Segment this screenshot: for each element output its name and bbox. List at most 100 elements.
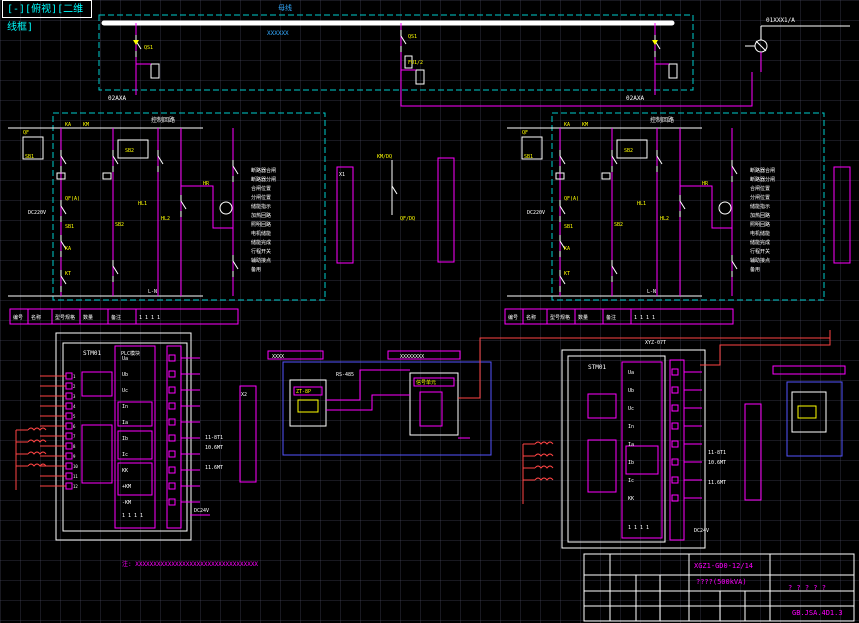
module-right-label: Ib <box>122 436 128 442</box>
top-busbar-section: 母线 XXXXXX QS1 02AXA QS1 FU1/2 02AXA 01XX… <box>98 3 850 107</box>
panel-desc: 加热回路 <box>251 212 271 219</box>
panel-desc: 照明回路 <box>251 221 271 228</box>
module-pin: 4 <box>73 404 76 409</box>
panel-tag: QF(A) <box>65 196 80 202</box>
drawing-number: GB.JSA.4D1.3 <box>792 609 843 617</box>
svg-text:X2: X2 <box>241 392 247 398</box>
panel-tag: QF <box>522 130 528 136</box>
right-control-panel: 控制回路 DC220V L-N QF KA KM SB1 SB2 QF(A) SB1 SB2 KA KT… <box>507 112 825 301</box>
bus-left-label: 02AXA <box>108 95 126 102</box>
module-right-label: Uc <box>122 388 128 394</box>
bus-right-label: 02AXA <box>626 95 644 102</box>
panel-desc: 辅助接点 <box>750 257 770 264</box>
panel-desc: 断路器分闸 <box>251 176 276 183</box>
panel-desc: 合闸位置 <box>750 185 770 192</box>
title-block: XGZ1-GD0-12/14 ????(500kVA) ? ? ? ? ? GB… <box>583 553 855 622</box>
legend-cell: 数量 <box>83 314 93 321</box>
module-pin: 6 <box>73 424 76 429</box>
right-module-footer: 1 1 1 1 <box>628 525 649 531</box>
title-desc: ????(500kVA) <box>696 578 747 586</box>
panel-desc: 断路器合闸 <box>251 167 276 174</box>
cad-drawing-canvas[interactable]: [-][俯视][二维线框] 母线 XXXXXX QS1 02AXA QS1 FU… <box>0 0 859 623</box>
legend-cell: 型号规格 <box>550 314 570 321</box>
legend-cell: 数量 <box>578 314 588 321</box>
panel-tag: KA <box>65 122 71 128</box>
module-pin: 2 <box>73 384 76 389</box>
panel-tag: HR <box>702 181 709 187</box>
panel-header: 控制回路 <box>650 116 674 124</box>
panel-tag: QF <box>23 130 29 136</box>
panel-tag: KA <box>65 246 71 252</box>
module-pin: 7 <box>73 434 76 439</box>
module-right-label: Ub <box>628 388 634 394</box>
left-io-note-3: 11.6MT <box>205 465 223 471</box>
legend-cell: 备注 <box>111 314 121 321</box>
schematic-svg: 母线 XXXXXX QS1 02AXA QS1 FU1/2 02AXA 01XX… <box>8 3 855 622</box>
panel-tag: SB1 <box>65 224 74 230</box>
module-pin: 9 <box>73 454 76 459</box>
meter-label: 01XXX1/A <box>766 17 795 24</box>
panel-side-label: DC220V <box>28 210 46 216</box>
module-right-label: KK <box>628 496 634 502</box>
panel-desc: 合闸位置 <box>251 185 271 192</box>
module-pin: 3 <box>73 394 76 399</box>
module-pin: 5 <box>73 414 76 419</box>
drawing-note: 注: XXXXXXXXXXXXXXXXXXXXXXXXXXXXXXXXXX <box>122 560 258 568</box>
busbar-enclosure <box>98 14 694 91</box>
svg-text:KM/DQ: KM/DQ <box>377 154 392 160</box>
legend-cell: 1 1 1 1 <box>139 315 160 321</box>
mid-header-b: XXXXXXXX <box>400 354 424 360</box>
left-legend-row: 编号 名称 型号规格 数量 备注 1 1 1 1 <box>9 308 239 325</box>
module-pin: 10 <box>73 464 78 469</box>
panel-desc: 照明回路 <box>750 221 770 228</box>
legend-cell: 名称 <box>526 314 536 321</box>
panel-side-label: DC220V <box>527 210 545 216</box>
panel-desc: 行程开关 <box>251 248 271 255</box>
mid-header-a: XXXX <box>272 354 284 360</box>
right-legend-row: 编号 名称 型号规格 数量 备注 1 1 1 1 <box>504 308 734 325</box>
panel-tag: QF(A) <box>564 196 579 202</box>
module-right-label: In <box>122 404 128 410</box>
panel-bottom-label: L-N <box>148 289 157 295</box>
panel-desc: 加热回路 <box>750 212 770 219</box>
module-pin: 1 <box>73 374 76 379</box>
left-io-note-1: 11-8T1 <box>205 435 223 441</box>
mid-unit-b: 信号单元 <box>416 379 436 386</box>
lower-middle-signal: XXXX XXXXXXXX ZT-8P 信号单元 RS-485 <box>267 330 831 456</box>
svg-text:QF/DQ: QF/DQ <box>400 216 415 222</box>
panel-tag: KA <box>564 246 570 252</box>
panel-tag: KM <box>582 122 588 128</box>
left-module-title: STM01 <box>83 350 101 357</box>
panel-desc: 分闸位置 <box>750 194 770 201</box>
right-io-note-1: 11-8T1 <box>708 450 726 456</box>
legend-cell: 编号 <box>13 314 23 321</box>
panel-desc: 储能完成 <box>251 239 271 246</box>
panel-desc: 储能完成 <box>750 239 770 246</box>
right-module-title: STM01 <box>588 364 606 371</box>
panel-tag: SB1 <box>564 224 573 230</box>
panel-desc: 储能指示 <box>251 203 271 210</box>
panel-desc: 辅助接点 <box>251 257 271 264</box>
module-right-label: Ia <box>122 420 128 426</box>
right-module-sub: XYZ-07T <box>645 340 666 346</box>
panel-tag: HL2 <box>161 216 170 222</box>
module-pin: 12 <box>73 484 78 489</box>
lower-left-wiring: STM01 PLC模块 1 1 1 1 123456789101112 UaUb… <box>15 332 257 541</box>
legend-cell: 名称 <box>31 314 41 321</box>
panel-tag: HL1 <box>138 201 147 207</box>
right-io-note-2: 10.6MT <box>708 460 726 466</box>
busbar-title: 母线 <box>278 3 292 12</box>
module-right-label: +KM <box>122 484 131 490</box>
module-right-label: Ua <box>122 356 128 362</box>
panel-tag: HL2 <box>660 216 669 222</box>
module-right-label: Ib <box>628 460 634 466</box>
fu-label: FU1/2 <box>408 60 423 66</box>
panel-desc: 电机储能 <box>750 230 770 237</box>
panel-tag: KT <box>65 271 71 277</box>
title-model: XGZ1-GD0-12/14 <box>694 562 753 570</box>
left-control-panel: 控制回路 DC220V L-N QF KA KM SB1 SB2 QF(A) SB1 SB2 KA KT… <box>8 112 326 301</box>
panel-desc: 备用 <box>251 266 261 273</box>
panel-tag: HR <box>203 181 210 187</box>
module-right-label: Uc <box>628 406 634 412</box>
panel-tag: KT <box>564 271 570 277</box>
